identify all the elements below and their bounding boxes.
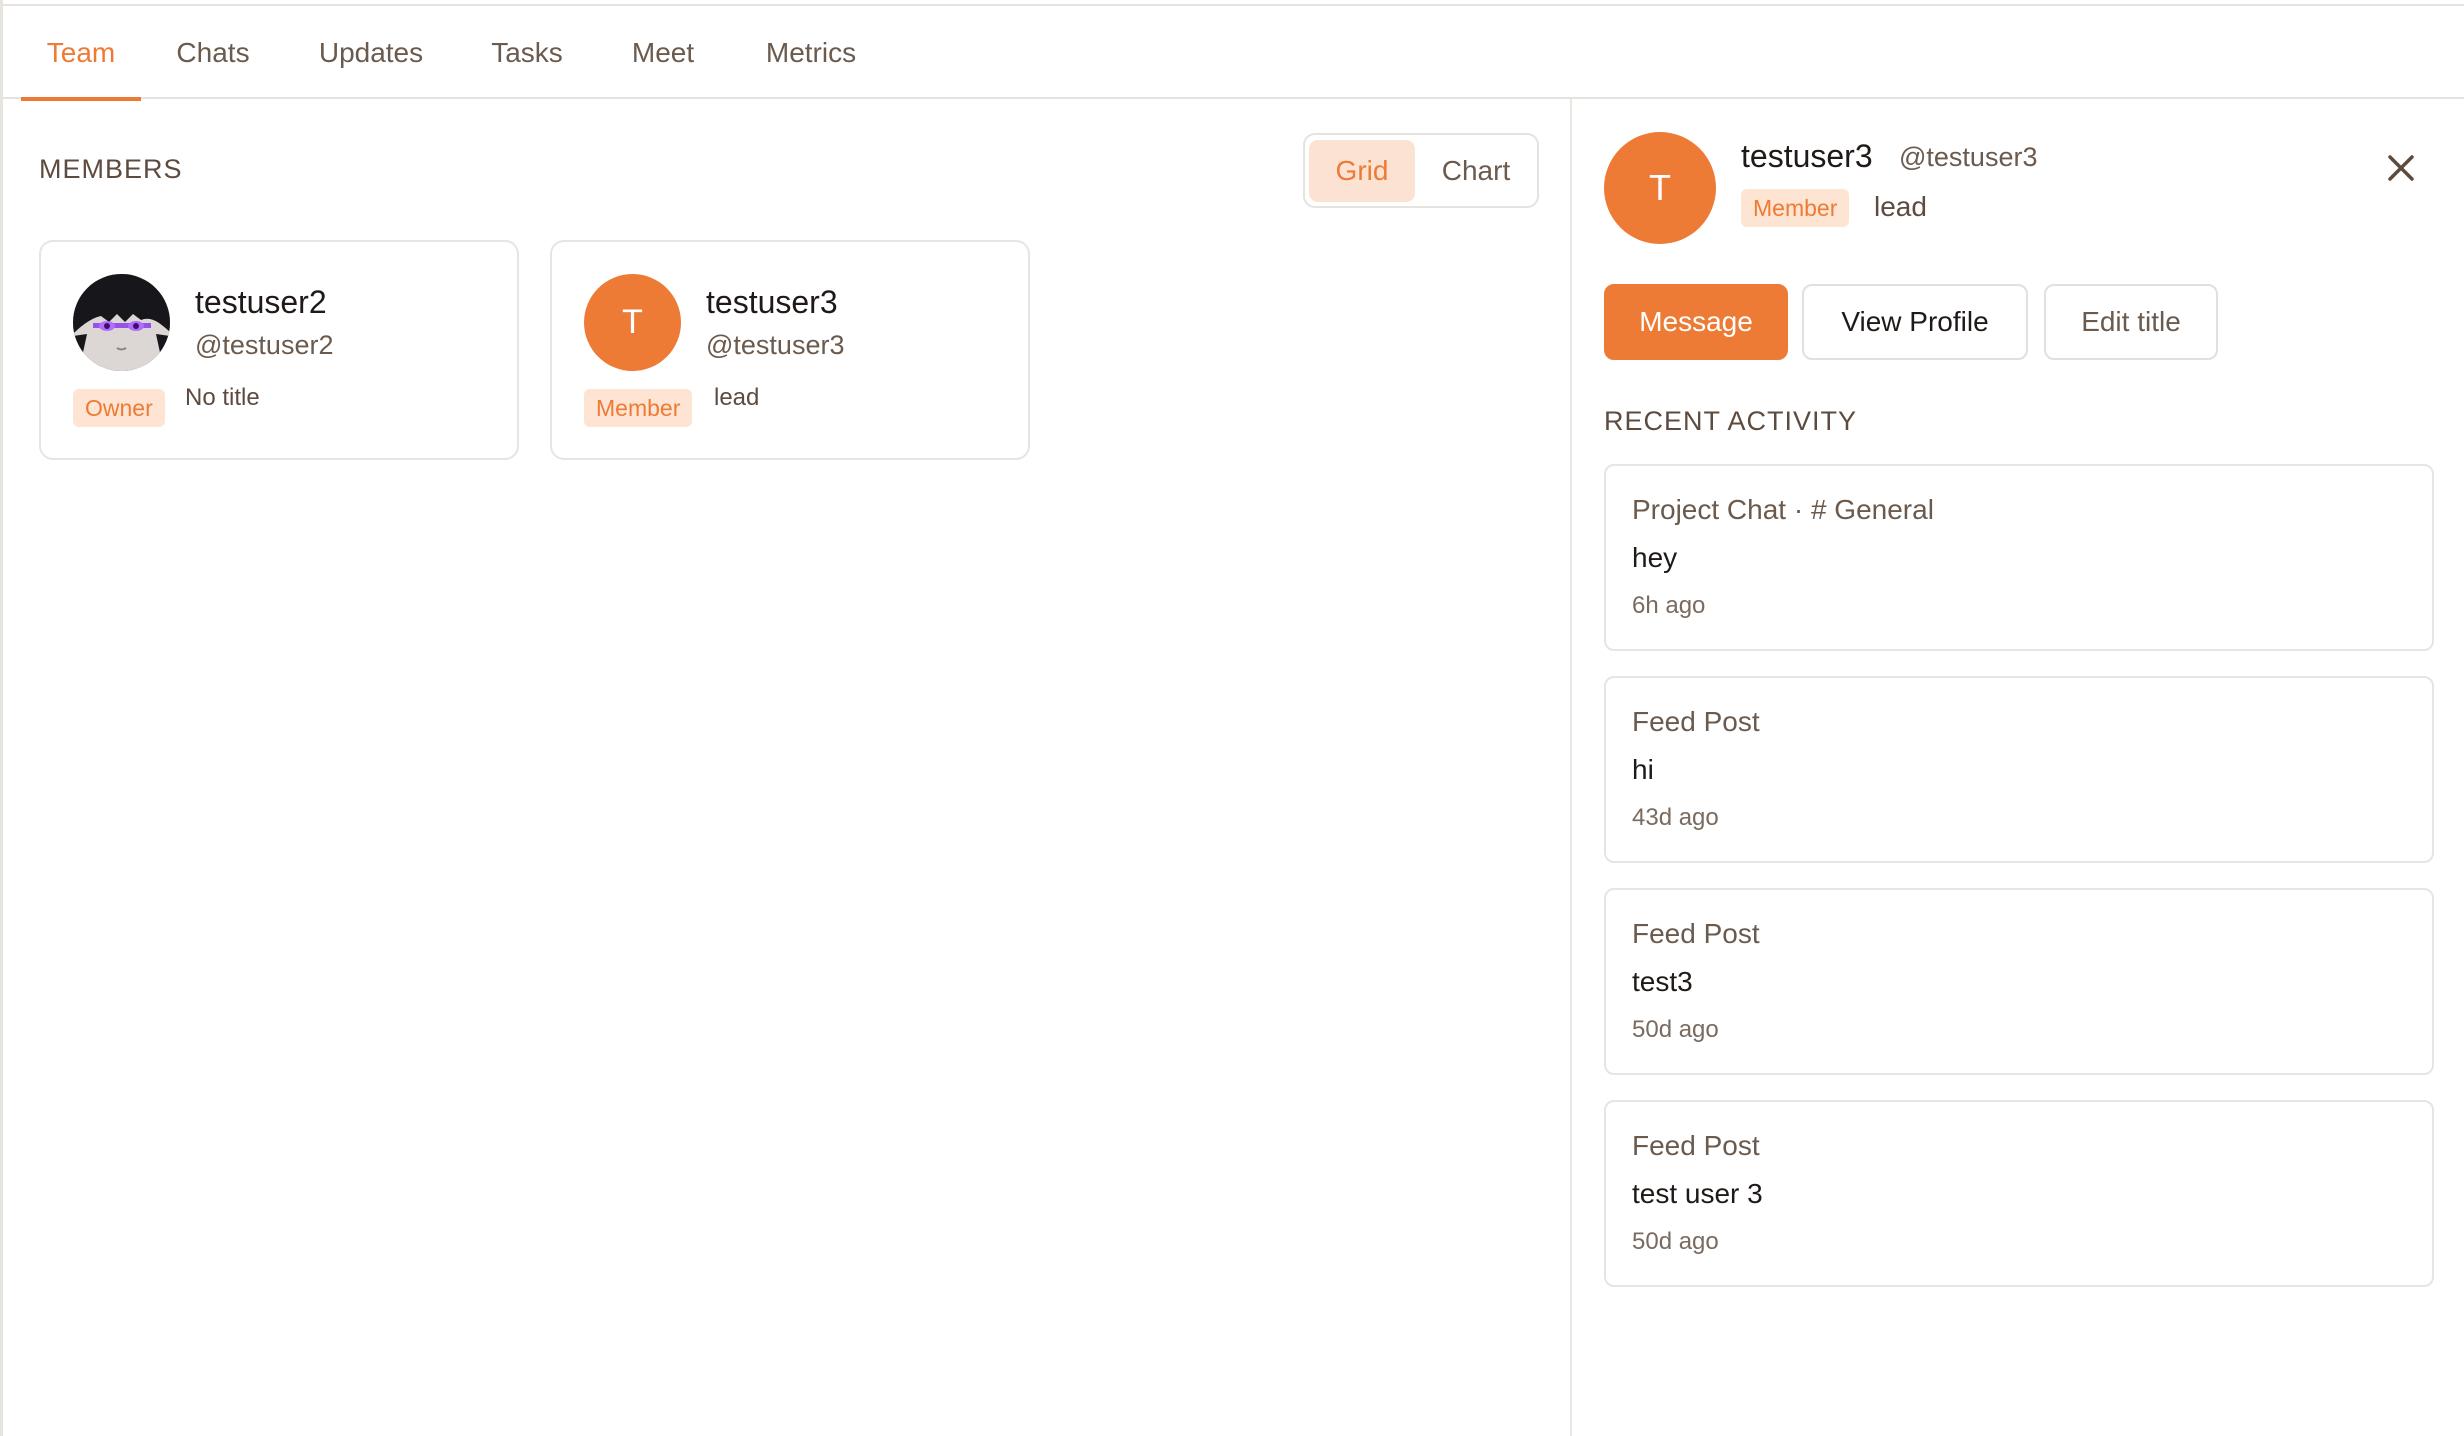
- member-card[interactable]: T testuser3 @testuser3 Member lead: [550, 240, 1030, 460]
- activity-text: test3: [1632, 966, 1693, 997]
- view-toggle: Grid Chart: [1303, 133, 1539, 208]
- activity-source: Project Chat · # General: [1632, 494, 1934, 525]
- activity-text: test user 3: [1632, 1178, 1763, 1209]
- profile-avatar: T: [1604, 132, 1716, 244]
- member-title: lead: [714, 384, 760, 411]
- member-card[interactable]: testuser2 @testuser2 Owner No title: [39, 240, 519, 460]
- app-window: Team Chats Updates Tasks Meet Metrics ME…: [0, 0, 2464, 1436]
- avatar: [73, 274, 170, 371]
- avatar: T: [584, 274, 681, 371]
- member-name: testuser3: [706, 284, 838, 320]
- tab-tasks[interactable]: Tasks: [477, 6, 577, 99]
- member-title: No title: [185, 384, 260, 411]
- activity-item[interactable]: Project Chat · # General hey 6h ago: [1604, 464, 2434, 651]
- message-button[interactable]: Message: [1604, 284, 1788, 360]
- profile-handle: @testuser3: [1899, 142, 2038, 172]
- profile-title: lead: [1874, 191, 1927, 222]
- role-badge: Member: [584, 389, 693, 427]
- tab-meet[interactable]: Meet: [615, 6, 711, 99]
- members-heading: MEMBERS: [39, 154, 183, 184]
- edit-title-button[interactable]: Edit title: [2044, 284, 2218, 360]
- activity-source: Feed Post: [1632, 1130, 1760, 1161]
- profile-role-badge: Member: [1741, 189, 1850, 227]
- grid-toggle-button[interactable]: Grid: [1309, 140, 1415, 202]
- activity-item[interactable]: Feed Post test user 3 50d ago: [1604, 1100, 2434, 1287]
- tab-chats[interactable]: Chats: [163, 6, 263, 99]
- view-profile-button[interactable]: View Profile: [1802, 284, 2028, 360]
- activity-item[interactable]: Feed Post hi 43d ago: [1604, 676, 2434, 863]
- activity-time: 43d ago: [1632, 804, 1719, 831]
- chart-toggle-button[interactable]: Chart: [1419, 140, 1533, 202]
- activity-source: Feed Post: [1632, 706, 1760, 737]
- recent-activity-heading: RECENT ACTIVITY: [1604, 406, 1858, 436]
- tab-bar: Team Chats Updates Tasks Meet Metrics: [3, 6, 2464, 101]
- activity-time: 50d ago: [1632, 1016, 1719, 1043]
- tab-team[interactable]: Team: [21, 6, 141, 101]
- activity-time: 50d ago: [1632, 1228, 1719, 1255]
- activity-item[interactable]: Feed Post test3 50d ago: [1604, 888, 2434, 1075]
- member-handle: @testuser2: [195, 330, 334, 360]
- activity-time: 6h ago: [1632, 592, 1706, 619]
- activity-text: hey: [1632, 542, 1678, 573]
- tab-metrics[interactable]: Metrics: [749, 6, 873, 99]
- profile-name: testuser3: [1741, 138, 1873, 174]
- activity-text: hi: [1632, 754, 1654, 785]
- pane-divider: [1570, 99, 1572, 1436]
- avatar-photo-icon: [73, 274, 170, 371]
- member-handle: @testuser3: [706, 330, 845, 360]
- close-icon[interactable]: [2381, 148, 2421, 188]
- member-name: testuser2: [195, 284, 327, 320]
- tab-updates[interactable]: Updates: [303, 6, 439, 99]
- role-badge: Owner: [73, 389, 165, 427]
- activity-source: Feed Post: [1632, 918, 1760, 949]
